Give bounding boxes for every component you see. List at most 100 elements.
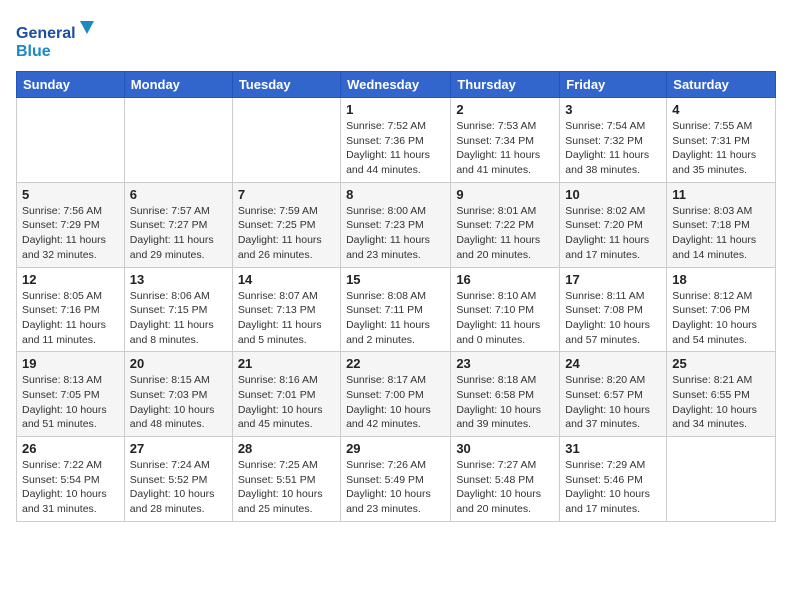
calendar-cell: 31 Sunrise: 7:29 AM Sunset: 5:46 PM Dayli… — [560, 437, 667, 522]
weekday-header: Tuesday — [232, 72, 340, 98]
day-number: 20 — [130, 356, 227, 371]
day-number: 31 — [565, 441, 661, 456]
day-info: Sunrise: 7:25 AM Sunset: 5:51 PM Dayligh… — [238, 458, 335, 517]
calendar-cell: 8 Sunrise: 8:00 AM Sunset: 7:23 PM Daylig… — [341, 182, 451, 267]
calendar-cell: 7 Sunrise: 7:59 AM Sunset: 7:25 PM Daylig… — [232, 182, 340, 267]
day-info: Sunrise: 8:08 AM Sunset: 7:11 PM Dayligh… — [346, 289, 445, 348]
calendar-cell: 14 Sunrise: 8:07 AM Sunset: 7:13 PM Dayli… — [232, 267, 340, 352]
day-info: Sunrise: 8:16 AM Sunset: 7:01 PM Dayligh… — [238, 373, 335, 432]
weekday-header: Wednesday — [341, 72, 451, 98]
day-info: Sunrise: 8:00 AM Sunset: 7:23 PM Dayligh… — [346, 204, 445, 263]
calendar-cell: 4Sunrise: 7:55 AM Sunset: 7:31 PM Daylig… — [667, 98, 776, 183]
calendar-cell: 27 Sunrise: 7:24 AM Sunset: 5:52 PM Dayli… — [124, 437, 232, 522]
calendar-cell: 16 Sunrise: 8:10 AM Sunset: 7:10 PM Dayli… — [451, 267, 560, 352]
calendar-cell: 29 Sunrise: 7:26 AM Sunset: 5:49 PM Dayli… — [341, 437, 451, 522]
day-number: 29 — [346, 441, 445, 456]
calendar-cell: 9 Sunrise: 8:01 AM Sunset: 7:22 PM Daylig… — [451, 182, 560, 267]
logo-svg: GeneralBlue — [16, 16, 96, 61]
calendar-cell: 20 Sunrise: 8:15 AM Sunset: 7:03 PM Dayli… — [124, 352, 232, 437]
day-info: Sunrise: 7:24 AM Sunset: 5:52 PM Dayligh… — [130, 458, 227, 517]
calendar-cell: 1 Sunrise: 7:52 AM Sunset: 7:36 PM Daylig… — [341, 98, 451, 183]
day-number: 22 — [346, 356, 445, 371]
calendar-cell: 5Sunrise: 7:56 AM Sunset: 7:29 PM Daylig… — [17, 182, 125, 267]
day-info: Sunrise: 8:17 AM Sunset: 7:00 PM Dayligh… — [346, 373, 445, 432]
calendar-cell: 17 Sunrise: 8:11 AM Sunset: 7:08 PM Dayli… — [560, 267, 667, 352]
day-info: Sunrise: 8:13 AM Sunset: 7:05 PM Dayligh… — [22, 373, 119, 432]
calendar-cell: 18 Sunrise: 8:12 AM Sunset: 7:06 PM Dayli… — [667, 267, 776, 352]
calendar-cell: 28 Sunrise: 7:25 AM Sunset: 5:51 PM Dayli… — [232, 437, 340, 522]
calendar-cell: 2 Sunrise: 7:53 AM Sunset: 7:34 PM Daylig… — [451, 98, 560, 183]
day-number: 23 — [456, 356, 554, 371]
day-number: 7 — [238, 187, 335, 202]
calendar-cell: 3 Sunrise: 7:54 AM Sunset: 7:32 PM Daylig… — [560, 98, 667, 183]
day-number: 27 — [130, 441, 227, 456]
day-info: Sunrise: 7:52 AM Sunset: 7:36 PM Dayligh… — [346, 119, 445, 178]
day-number: 24 — [565, 356, 661, 371]
day-number: 25 — [672, 356, 770, 371]
day-number: 19 — [22, 356, 119, 371]
day-number: 28 — [238, 441, 335, 456]
svg-text:Blue: Blue — [16, 43, 51, 60]
day-info: Sunrise: 8:02 AM Sunset: 7:20 PM Dayligh… — [565, 204, 661, 263]
calendar-cell: 26 Sunrise: 7:22 AM Sunset: 5:54 PM Dayli… — [17, 437, 125, 522]
day-info: Sunrise: 7:29 AM Sunset: 5:46 PM Dayligh… — [565, 458, 661, 517]
day-info: Sunrise: 8:06 AM Sunset: 7:15 PM Dayligh… — [130, 289, 227, 348]
calendar-cell: 10 Sunrise: 8:02 AM Sunset: 7:20 PM Dayli… — [560, 182, 667, 267]
day-number: 8 — [346, 187, 445, 202]
logo: GeneralBlue — [16, 16, 96, 61]
calendar-cell: 11 Sunrise: 8:03 AM Sunset: 7:18 PM Dayli… — [667, 182, 776, 267]
calendar-cell: 24 Sunrise: 8:20 AM Sunset: 6:57 PM Dayli… — [560, 352, 667, 437]
page-header: GeneralBlue — [16, 16, 776, 61]
day-info: Sunrise: 8:20 AM Sunset: 6:57 PM Dayligh… — [565, 373, 661, 432]
svg-text:General: General — [16, 25, 76, 42]
day-info: Sunrise: 7:27 AM Sunset: 5:48 PM Dayligh… — [456, 458, 554, 517]
calendar-cell: 22 Sunrise: 8:17 AM Sunset: 7:00 PM Dayli… — [341, 352, 451, 437]
weekday-header: Sunday — [17, 72, 125, 98]
day-number: 10 — [565, 187, 661, 202]
day-number: 1 — [346, 102, 445, 117]
day-info: Sunrise: 7:57 AM Sunset: 7:27 PM Dayligh… — [130, 204, 227, 263]
calendar-cell: 15Sunrise: 8:08 AM Sunset: 7:11 PM Dayli… — [341, 267, 451, 352]
day-number: 26 — [22, 441, 119, 456]
day-number: 11 — [672, 187, 770, 202]
day-number: 14 — [238, 272, 335, 287]
calendar-cell: 19 Sunrise: 8:13 AM Sunset: 7:05 PM Dayli… — [17, 352, 125, 437]
day-number: 30 — [456, 441, 554, 456]
day-number: 12 — [22, 272, 119, 287]
day-info: Sunrise: 8:07 AM Sunset: 7:13 PM Dayligh… — [238, 289, 335, 348]
day-info: Sunrise: 8:10 AM Sunset: 7:10 PM Dayligh… — [456, 289, 554, 348]
day-info: Sunrise: 7:26 AM Sunset: 5:49 PM Dayligh… — [346, 458, 445, 517]
day-number: 5 — [22, 187, 119, 202]
day-info: Sunrise: 8:15 AM Sunset: 7:03 PM Dayligh… — [130, 373, 227, 432]
calendar-cell: 25 Sunrise: 8:21 AM Sunset: 6:55 PM Dayli… — [667, 352, 776, 437]
day-number: 3 — [565, 102, 661, 117]
day-info: Sunrise: 7:55 AM Sunset: 7:31 PM Dayligh… — [672, 119, 770, 178]
day-info: Sunrise: 8:01 AM Sunset: 7:22 PM Dayligh… — [456, 204, 554, 263]
day-number: 6 — [130, 187, 227, 202]
day-info: Sunrise: 7:22 AM Sunset: 5:54 PM Dayligh… — [22, 458, 119, 517]
day-number: 18 — [672, 272, 770, 287]
calendar-cell — [124, 98, 232, 183]
weekday-header: Saturday — [667, 72, 776, 98]
day-info: Sunrise: 8:11 AM Sunset: 7:08 PM Dayligh… — [565, 289, 661, 348]
day-number: 17 — [565, 272, 661, 287]
calendar-table: SundayMondayTuesdayWednesdayThursdayFrid… — [16, 71, 776, 522]
day-info: Sunrise: 8:18 AM Sunset: 6:58 PM Dayligh… — [456, 373, 554, 432]
day-number: 16 — [456, 272, 554, 287]
day-info: Sunrise: 7:54 AM Sunset: 7:32 PM Dayligh… — [565, 119, 661, 178]
day-info: Sunrise: 7:53 AM Sunset: 7:34 PM Dayligh… — [456, 119, 554, 178]
calendar-cell: 13Sunrise: 8:06 AM Sunset: 7:15 PM Dayli… — [124, 267, 232, 352]
calendar-cell: 30 Sunrise: 7:27 AM Sunset: 5:48 PM Dayli… — [451, 437, 560, 522]
weekday-header: Monday — [124, 72, 232, 98]
day-info: Sunrise: 8:21 AM Sunset: 6:55 PM Dayligh… — [672, 373, 770, 432]
calendar-cell — [17, 98, 125, 183]
day-number: 21 — [238, 356, 335, 371]
day-info: Sunrise: 7:59 AM Sunset: 7:25 PM Dayligh… — [238, 204, 335, 263]
day-number: 9 — [456, 187, 554, 202]
day-number: 2 — [456, 102, 554, 117]
calendar-cell — [232, 98, 340, 183]
day-info: Sunrise: 8:03 AM Sunset: 7:18 PM Dayligh… — [672, 204, 770, 263]
calendar-cell: 6 Sunrise: 7:57 AM Sunset: 7:27 PM Daylig… — [124, 182, 232, 267]
weekday-header: Thursday — [451, 72, 560, 98]
day-info: Sunrise: 8:12 AM Sunset: 7:06 PM Dayligh… — [672, 289, 770, 348]
